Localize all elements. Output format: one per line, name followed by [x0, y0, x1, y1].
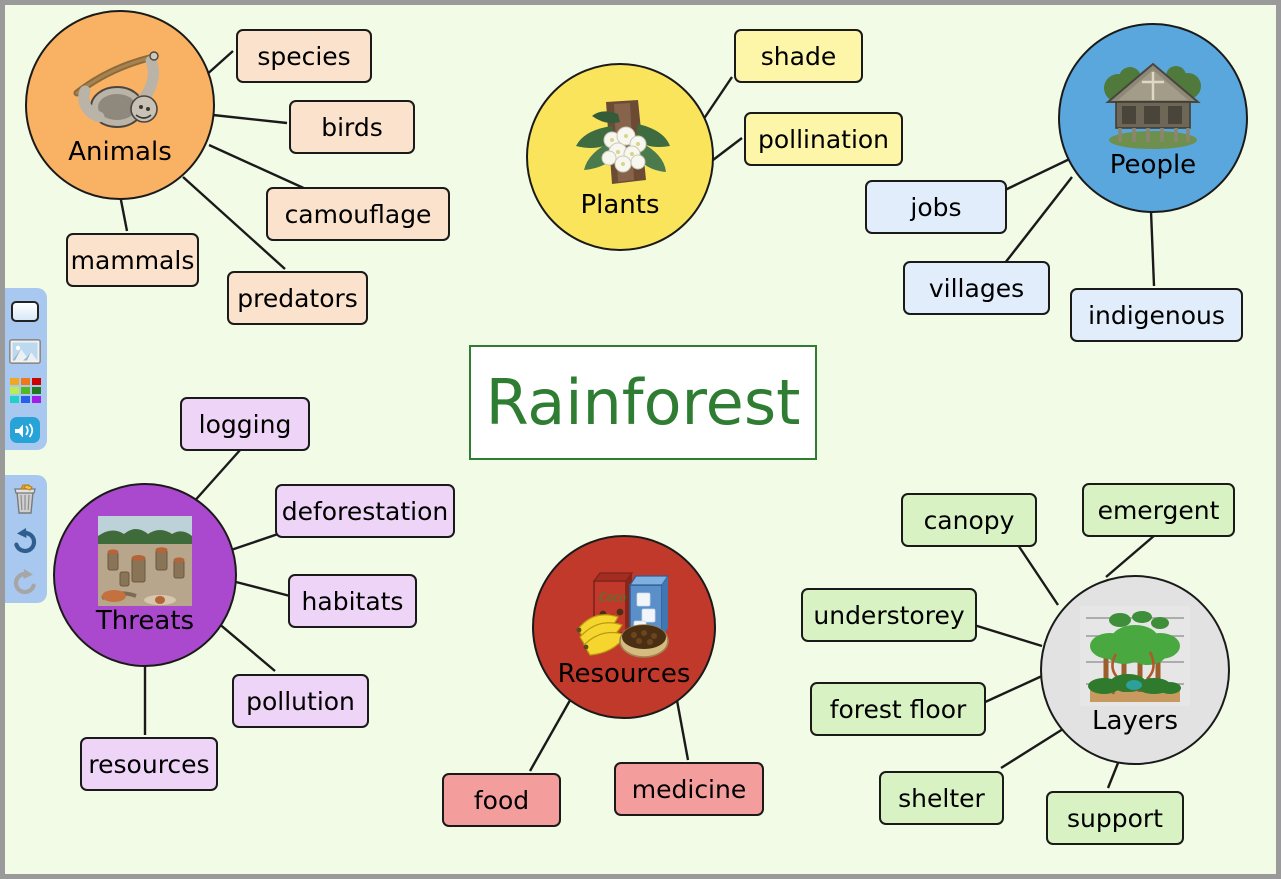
- svg-text:Coco: Coco: [599, 591, 626, 604]
- audio-tool[interactable]: [7, 416, 43, 446]
- speaker-icon: [15, 423, 34, 438]
- picture-icon: [9, 338, 41, 364]
- shape-rectangle-tool[interactable]: [7, 297, 43, 327]
- rectangle-icon: [11, 301, 39, 323]
- leaf-label: shade: [760, 41, 837, 71]
- image-tool[interactable]: [7, 337, 43, 367]
- rainforest-layers-picture: [1080, 606, 1190, 706]
- palette-icon: [9, 378, 41, 404]
- leaf-food[interactable]: food: [442, 773, 561, 827]
- node-threats[interactable]: Threats: [53, 483, 237, 667]
- leaf-logging[interactable]: logging: [180, 397, 310, 451]
- colour-palette-tool[interactable]: [7, 376, 43, 406]
- redo-icon: [13, 569, 36, 595]
- leaf-label: camouflage: [284, 199, 432, 229]
- leaf-camouflage[interactable]: camouflage: [266, 187, 450, 241]
- delete-tool[interactable]: [7, 483, 43, 515]
- page-title: Rainforest: [485, 365, 801, 439]
- leaf-label: mammals: [70, 245, 195, 275]
- leaf-emergent[interactable]: emergent: [1082, 483, 1235, 537]
- leaf-resources[interactable]: resources: [80, 737, 218, 791]
- leaf-forest-floor[interactable]: forest floor: [810, 682, 986, 736]
- leaf-understorey[interactable]: understorey: [801, 588, 977, 642]
- leaf-label: forest floor: [829, 694, 967, 724]
- node-animals[interactable]: Animals: [25, 10, 215, 200]
- redo-tool[interactable]: [7, 566, 43, 598]
- central-title-box[interactable]: Rainforest: [469, 345, 817, 460]
- leaf-label: support: [1067, 803, 1163, 833]
- leaf-label: medicine: [631, 774, 747, 804]
- node-layers[interactable]: Layers: [1040, 575, 1230, 765]
- node-label: Animals: [68, 137, 172, 167]
- node-label: Plants: [580, 190, 660, 220]
- leaf-villages[interactable]: villages: [903, 261, 1050, 315]
- leaf-label: habitats: [301, 586, 404, 616]
- node-people[interactable]: People: [1058, 23, 1248, 213]
- leaf-label: deforestation: [281, 496, 449, 526]
- undo-icon: [14, 527, 37, 553]
- orchid-picture: [576, 100, 670, 184]
- deforestation-picture: [98, 516, 192, 606]
- tools-toolbar-top[interactable]: [5, 288, 47, 450]
- leaf-shade[interactable]: shade: [734, 29, 863, 83]
- leaf-label: pollution: [246, 686, 355, 716]
- leaf-support[interactable]: support: [1046, 791, 1184, 845]
- leaf-mammals[interactable]: mammals: [66, 233, 199, 287]
- sloth-picture: [73, 51, 159, 128]
- leaf-birds[interactable]: birds: [289, 100, 415, 154]
- leaf-label: indigenous: [1088, 300, 1225, 330]
- leaf-label: villages: [928, 273, 1025, 303]
- leaf-label: logging: [198, 409, 292, 439]
- leaf-canopy[interactable]: canopy: [901, 493, 1037, 547]
- node-label: Layers: [1091, 706, 1179, 736]
- leaf-label: emergent: [1097, 495, 1220, 525]
- leaf-jobs[interactable]: jobs: [865, 180, 1007, 234]
- leaf-label: resources: [88, 749, 210, 779]
- node-label: People: [1109, 150, 1197, 180]
- leaf-deforestation[interactable]: deforestation: [275, 484, 455, 538]
- leaf-label: jobs: [910, 192, 962, 222]
- food-picture: Coco: [576, 572, 670, 658]
- leaf-pollution[interactable]: pollution: [232, 674, 369, 728]
- leaf-label: canopy: [923, 505, 1015, 535]
- node-plants[interactable]: Plants: [526, 63, 714, 251]
- leaf-species[interactable]: species: [236, 29, 372, 83]
- hut-picture: [1104, 62, 1201, 149]
- leaf-indigenous[interactable]: indigenous: [1070, 288, 1243, 342]
- leaf-label: pollination: [757, 124, 890, 154]
- leaf-medicine[interactable]: medicine: [614, 762, 764, 816]
- leaf-label: shelter: [898, 783, 985, 813]
- node-label: Threats: [95, 606, 195, 636]
- leaf-habitats[interactable]: habitats: [288, 574, 417, 628]
- node-label: Resources: [557, 659, 691, 689]
- leaf-label: species: [257, 41, 351, 71]
- undo-tool[interactable]: [7, 525, 43, 557]
- leaf-pollination[interactable]: pollination: [744, 112, 903, 166]
- leaf-label: food: [473, 785, 530, 815]
- node-resources[interactable]: Coco Resources: [532, 535, 716, 719]
- leaf-label: predators: [237, 283, 358, 313]
- mindmap-canvas[interactable]: Animals species birds camouflage mammals…: [5, 5, 1276, 874]
- trash-icon: [14, 484, 36, 514]
- tools-toolbar-bottom[interactable]: [5, 475, 47, 603]
- leaf-label: understorey: [813, 600, 965, 630]
- leaf-predators[interactable]: predators: [227, 271, 368, 325]
- leaf-label: birds: [321, 112, 383, 142]
- app-window: Animals species birds camouflage mammals…: [0, 0, 1281, 879]
- leaf-shelter[interactable]: shelter: [879, 771, 1004, 825]
